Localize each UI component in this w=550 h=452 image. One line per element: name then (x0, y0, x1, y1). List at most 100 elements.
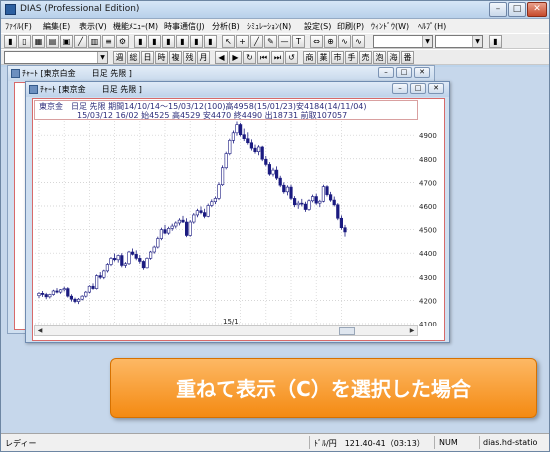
close-button[interactable]: ✕ (527, 2, 547, 17)
bar-chart-icon[interactable]: ▮ (4, 35, 17, 48)
trendline-icon[interactable]: ╱ (250, 35, 263, 48)
label-1[interactable]: 総 (127, 51, 140, 64)
chart-c-icon[interactable]: ▮ (162, 35, 175, 48)
market-select[interactable]: ▼ (435, 35, 483, 48)
label-12[interactable]: 泡 (373, 51, 386, 64)
menu-jiji[interactable]: 時事通信(J) (164, 21, 205, 32)
last-icon[interactable]: ⏭ (271, 51, 284, 64)
window-icon[interactable]: ▣ (60, 35, 73, 48)
candle-body (314, 196, 318, 204)
chart-window-back-titlebar[interactable]: ﾁｬｰﾄ [東京白金 日足 先限 ] – □ ✕ (8, 66, 434, 81)
chart-a-icon[interactable]: ▮ (134, 35, 147, 48)
candle-body (321, 186, 326, 202)
zoom-icon[interactable]: ⊕ (324, 35, 337, 48)
extra-icon[interactable]: ▮ (489, 35, 502, 48)
first-icon[interactable]: ⏮ (257, 51, 270, 64)
chart-scrollbar[interactable]: ◀ ▶ (34, 325, 418, 336)
menu-simulation[interactable]: ｼﾐｭﾚｰｼｮﾝ(N) (247, 21, 291, 32)
menu-file[interactable]: ﾌｧｲﾙ(F) (5, 21, 32, 32)
period-select[interactable]: ▼ (373, 35, 433, 48)
label-4[interactable]: 複 (169, 51, 182, 64)
menu-functions[interactable]: 機能ﾒﾆｭｰ(M) (113, 21, 158, 32)
chart-info-line2: 15/03/12 16/02 始4525 高4529 安4470 終4490 出… (77, 111, 348, 120)
minimize-button[interactable]: – (489, 2, 507, 17)
candle-body (292, 198, 297, 206)
label-6[interactable]: 月 (197, 51, 210, 64)
scroll-thumb[interactable] (339, 327, 355, 335)
maximize-button[interactable]: □ (508, 2, 526, 17)
maximize-button[interactable]: □ (410, 83, 426, 94)
chart-window-front-titlebar[interactable]: ﾁｬｰﾄ [東京金 日足 先限 ] – □ ✕ (26, 82, 449, 97)
candle-body (87, 285, 91, 293)
label-7[interactable]: 商 (303, 51, 316, 64)
calendar-icon[interactable]: ▥ (88, 35, 101, 48)
close-button[interactable]: ✕ (414, 67, 430, 78)
candle-body (131, 251, 135, 255)
maximize-button[interactable]: □ (396, 67, 412, 78)
candle-body (80, 295, 84, 300)
minimize-button[interactable]: – (378, 67, 394, 78)
candle-body (253, 147, 257, 152)
label-9[interactable]: 市 (331, 51, 344, 64)
candle-body (267, 164, 272, 175)
candle-body (105, 264, 109, 272)
graph1-icon[interactable]: ∿ (338, 35, 351, 48)
menu-analysis[interactable]: 分析(B) (212, 21, 240, 32)
settings-icon[interactable]: ⚙ (116, 35, 129, 48)
refresh2-icon[interactable]: ↺ (285, 51, 298, 64)
label-13[interactable]: 海 (387, 51, 400, 64)
menu-edit[interactable]: 編集(E) (43, 21, 70, 32)
grid-icon[interactable]: ▦ (32, 35, 45, 48)
candle-body (141, 261, 145, 269)
menu-view[interactable]: 表示(V) (79, 21, 107, 32)
refresh-icon[interactable]: ↻ (243, 51, 256, 64)
label-8[interactable]: 業 (317, 51, 330, 64)
cross-icon[interactable]: + (236, 35, 249, 48)
minimize-button[interactable]: – (392, 83, 408, 94)
close-button[interactable]: ✕ (428, 83, 444, 94)
menu-bar: ﾌｧｲﾙ(F) 編集(E) 表示(V) 機能ﾒﾆｭｰ(M) 時事通信(J) 分析… (1, 19, 549, 33)
label-14[interactable]: 番 (401, 51, 414, 64)
menu-window[interactable]: ｳｨﾝﾄﾞｳ(W) (371, 21, 409, 32)
hline-icon[interactable]: — (278, 35, 291, 48)
label-11[interactable]: 売 (359, 51, 372, 64)
table-icon[interactable]: ▤ (46, 35, 59, 48)
status-host: dias.hd-statio (483, 438, 538, 447)
menu-print[interactable]: 印刷(P) (337, 21, 364, 32)
line-icon[interactable]: ╱ (74, 35, 87, 48)
scroll-right-icon[interactable]: ▶ (407, 326, 417, 335)
candle-body (203, 212, 207, 217)
candle-body (213, 198, 218, 203)
next-icon[interactable]: ▶ (229, 51, 242, 64)
label-2[interactable]: 日 (141, 51, 154, 64)
menu-settings[interactable]: 設定(S) (304, 21, 331, 32)
graph2-icon[interactable]: ∿ (352, 35, 365, 48)
candle-body (84, 291, 88, 297)
scroll-icon[interactable]: ⇔ (310, 35, 323, 48)
chart-d-icon[interactable]: ▮ (176, 35, 189, 48)
candle-body (120, 255, 124, 266)
pencil-icon[interactable]: ✎ (264, 35, 277, 48)
list-icon[interactable]: ≡ (102, 35, 115, 48)
candle-body (249, 142, 254, 149)
menu-help[interactable]: ﾍﾙﾌﾟ(H) (418, 21, 446, 32)
label-10[interactable]: 手 (345, 51, 358, 64)
candle-body (318, 200, 322, 204)
symbol-select[interactable]: ▼ (4, 51, 108, 64)
candle-body (113, 258, 117, 261)
text-icon[interactable]: T (292, 35, 305, 48)
toolbar-2: ▼ 週 総 日 時 複 残 月 ◀ ▶ ↻ ⏮ ⏭ ↺ 商 業 市 手 売 泡 … (1, 49, 549, 65)
chart-f-icon[interactable]: ▮ (204, 35, 217, 48)
scroll-left-icon[interactable]: ◀ (35, 326, 45, 335)
chart-e-icon[interactable]: ▮ (190, 35, 203, 48)
y-tick-label: 4800 (419, 156, 437, 164)
label-5[interactable]: 残 (183, 51, 196, 64)
prev-icon[interactable]: ◀ (215, 51, 228, 64)
label-3[interactable]: 時 (155, 51, 168, 64)
chart-window-front[interactable]: ﾁｬｰﾄ [東京金 日足 先限 ] – □ ✕ 東京金 日足 先限 期間14/1… (25, 81, 450, 343)
label-0[interactable]: 週 (113, 51, 126, 64)
chart-b-icon[interactable]: ▮ (148, 35, 161, 48)
candle-body (275, 169, 279, 179)
candle-icon[interactable]: ▯ (18, 35, 31, 48)
cursor-icon[interactable]: ↖ (222, 35, 235, 48)
